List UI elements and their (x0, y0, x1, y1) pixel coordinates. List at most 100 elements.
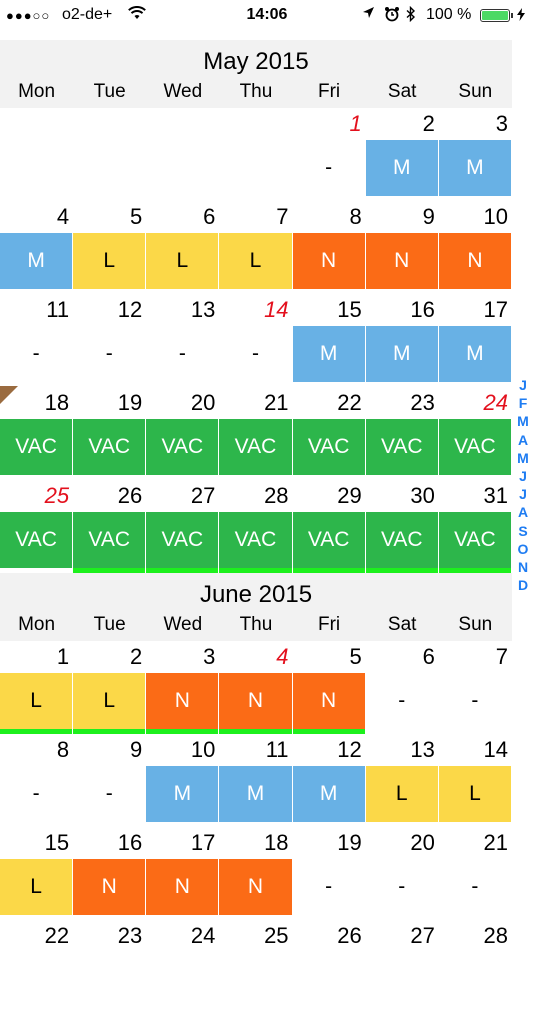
shift-n[interactable]: N (292, 233, 365, 289)
day-cell[interactable]: 23 (73, 920, 146, 1013)
day-cell[interactable]: 11 - (0, 294, 73, 387)
month-index-letter[interactable]: M (512, 449, 534, 467)
day-cell[interactable]: 27 (366, 920, 439, 1013)
month-index-letter[interactable]: A (512, 503, 534, 521)
shift-l[interactable]: L (438, 766, 511, 822)
day-cell[interactable]: 14 L (438, 734, 512, 827)
shift-empty[interactable]: - (73, 766, 145, 822)
month-index-letter[interactable]: J (512, 376, 534, 394)
shift-empty[interactable]: - (366, 673, 438, 729)
shift-l[interactable]: L (73, 673, 146, 729)
shift-m[interactable]: M (292, 326, 365, 382)
shift-empty[interactable]: - (0, 766, 72, 822)
shift-m[interactable]: M (365, 326, 438, 382)
shift-l[interactable]: L (365, 766, 438, 822)
day-cell[interactable]: 10 M (146, 734, 219, 827)
month-index-letter[interactable]: S (512, 522, 534, 540)
shift-empty[interactable]: - (366, 859, 438, 915)
day-cell[interactable]: 19 VAC (73, 387, 146, 480)
shift-vac[interactable]: VAC (219, 419, 292, 475)
day-cell[interactable]: 13 L (365, 734, 439, 827)
day-cell[interactable]: 1L (0, 641, 73, 734)
shift-m[interactable]: M (292, 766, 365, 822)
day-cell[interactable]: 17 M (438, 294, 512, 387)
day-cell[interactable]: 6L (146, 201, 219, 294)
day-cell[interactable]: 6- (366, 641, 439, 734)
day-cell[interactable]: 28 (439, 920, 512, 1013)
day-cell[interactable]: 2M (365, 108, 439, 201)
shift-empty[interactable]: - (219, 326, 291, 382)
day-cell[interactable]: 24 (146, 920, 219, 1013)
day-cell[interactable]: 28 VAC (219, 480, 292, 573)
shift-vac[interactable]: VAC (365, 512, 438, 568)
shift-empty[interactable]: - (0, 326, 72, 382)
day-cell[interactable]: 16 N (73, 827, 146, 920)
shift-empty[interactable]: - (439, 673, 511, 729)
day-cell[interactable]: 22 (0, 920, 73, 1013)
shift-vac[interactable]: VAC (73, 512, 146, 568)
shift-m[interactable]: M (438, 140, 511, 196)
shift-vac[interactable]: VAC (438, 419, 511, 475)
day-cell[interactable]: 8N (292, 201, 366, 294)
shift-vac[interactable]: VAC (0, 419, 73, 475)
day-cell[interactable]: 7L (219, 201, 292, 294)
month-index-letter[interactable]: A (512, 431, 534, 449)
day-cell[interactable]: 25 VAC (0, 480, 73, 573)
month-index-letter[interactable]: J (512, 485, 534, 503)
day-cell[interactable]: 13 - (146, 294, 219, 387)
shift-m[interactable]: M (0, 233, 73, 289)
day-cell[interactable]: 26 VAC (73, 480, 146, 573)
shift-n[interactable]: N (219, 673, 292, 729)
day-cell[interactable]: 14 - (219, 294, 292, 387)
shift-n[interactable]: N (365, 233, 438, 289)
month-index-letter[interactable]: O (512, 540, 534, 558)
shift-vac[interactable]: VAC (438, 512, 511, 568)
calendar-scroll-view[interactable]: May 2015 Mon Tue Wed Thu Fri Sat Sun 1-2 M 3 M 4 M 5 L 6… (0, 40, 512, 1013)
day-cell[interactable]: 5L (73, 201, 146, 294)
day-cell[interactable]: 9N (365, 201, 439, 294)
shift-l[interactable]: L (219, 233, 292, 289)
month-index-letter[interactable]: M (512, 412, 534, 430)
day-cell[interactable]: 19 - (293, 827, 366, 920)
month-index-letter[interactable]: N (512, 558, 534, 576)
day-cell[interactable]: 8- (0, 734, 73, 827)
month-index-letter[interactable]: F (512, 394, 534, 412)
day-cell[interactable]: 20 VAC (146, 387, 219, 480)
shift-vac[interactable]: VAC (73, 419, 146, 475)
day-cell[interactable]: 3N (146, 641, 219, 734)
day-cell[interactable]: 21 VAC (219, 387, 292, 480)
shift-vac[interactable]: VAC (146, 419, 219, 475)
day-cell[interactable]: 10 N (438, 201, 512, 294)
day-cell[interactable]: 5N (292, 641, 366, 734)
day-cell[interactable]: 1- (293, 108, 366, 201)
shift-n[interactable]: N (219, 859, 292, 915)
day-cell[interactable]: 4M (0, 201, 73, 294)
day-cell[interactable]: 16 M (365, 294, 439, 387)
day-cell[interactable]: 7- (439, 641, 512, 734)
day-cell[interactable]: 27 VAC (146, 480, 219, 573)
shift-n[interactable]: N (146, 673, 219, 729)
shift-n[interactable]: N (73, 859, 146, 915)
month-index-letter[interactable]: D (512, 576, 534, 594)
day-cell[interactable]: 12 - (73, 294, 146, 387)
shift-m[interactable]: M (219, 766, 292, 822)
day-cell[interactable]: 23 VAC (365, 387, 439, 480)
shift-vac[interactable]: VAC (219, 512, 292, 568)
day-cell[interactable]: 4N (219, 641, 292, 734)
shift-vac[interactable]: VAC (0, 512, 73, 568)
shift-l[interactable]: L (0, 673, 73, 729)
month-index-letter[interactable]: J (512, 467, 534, 485)
day-cell[interactable]: 22 VAC (292, 387, 366, 480)
shift-empty[interactable]: - (439, 859, 511, 915)
shift-n[interactable]: N (292, 673, 365, 729)
day-cell[interactable]: 17 N (146, 827, 219, 920)
day-cell[interactable]: 11 M (219, 734, 292, 827)
shift-empty[interactable]: - (146, 326, 218, 382)
shift-vac[interactable]: VAC (365, 419, 438, 475)
day-cell[interactable]: 15 L (0, 827, 73, 920)
day-cell[interactable]: 30 VAC (365, 480, 439, 573)
day-cell[interactable]: 3M (438, 108, 512, 201)
month-index-bar[interactable]: JFMAMJJASOND (512, 376, 534, 594)
day-cell[interactable]: 29 VAC (292, 480, 366, 573)
shift-l[interactable]: L (73, 233, 146, 289)
